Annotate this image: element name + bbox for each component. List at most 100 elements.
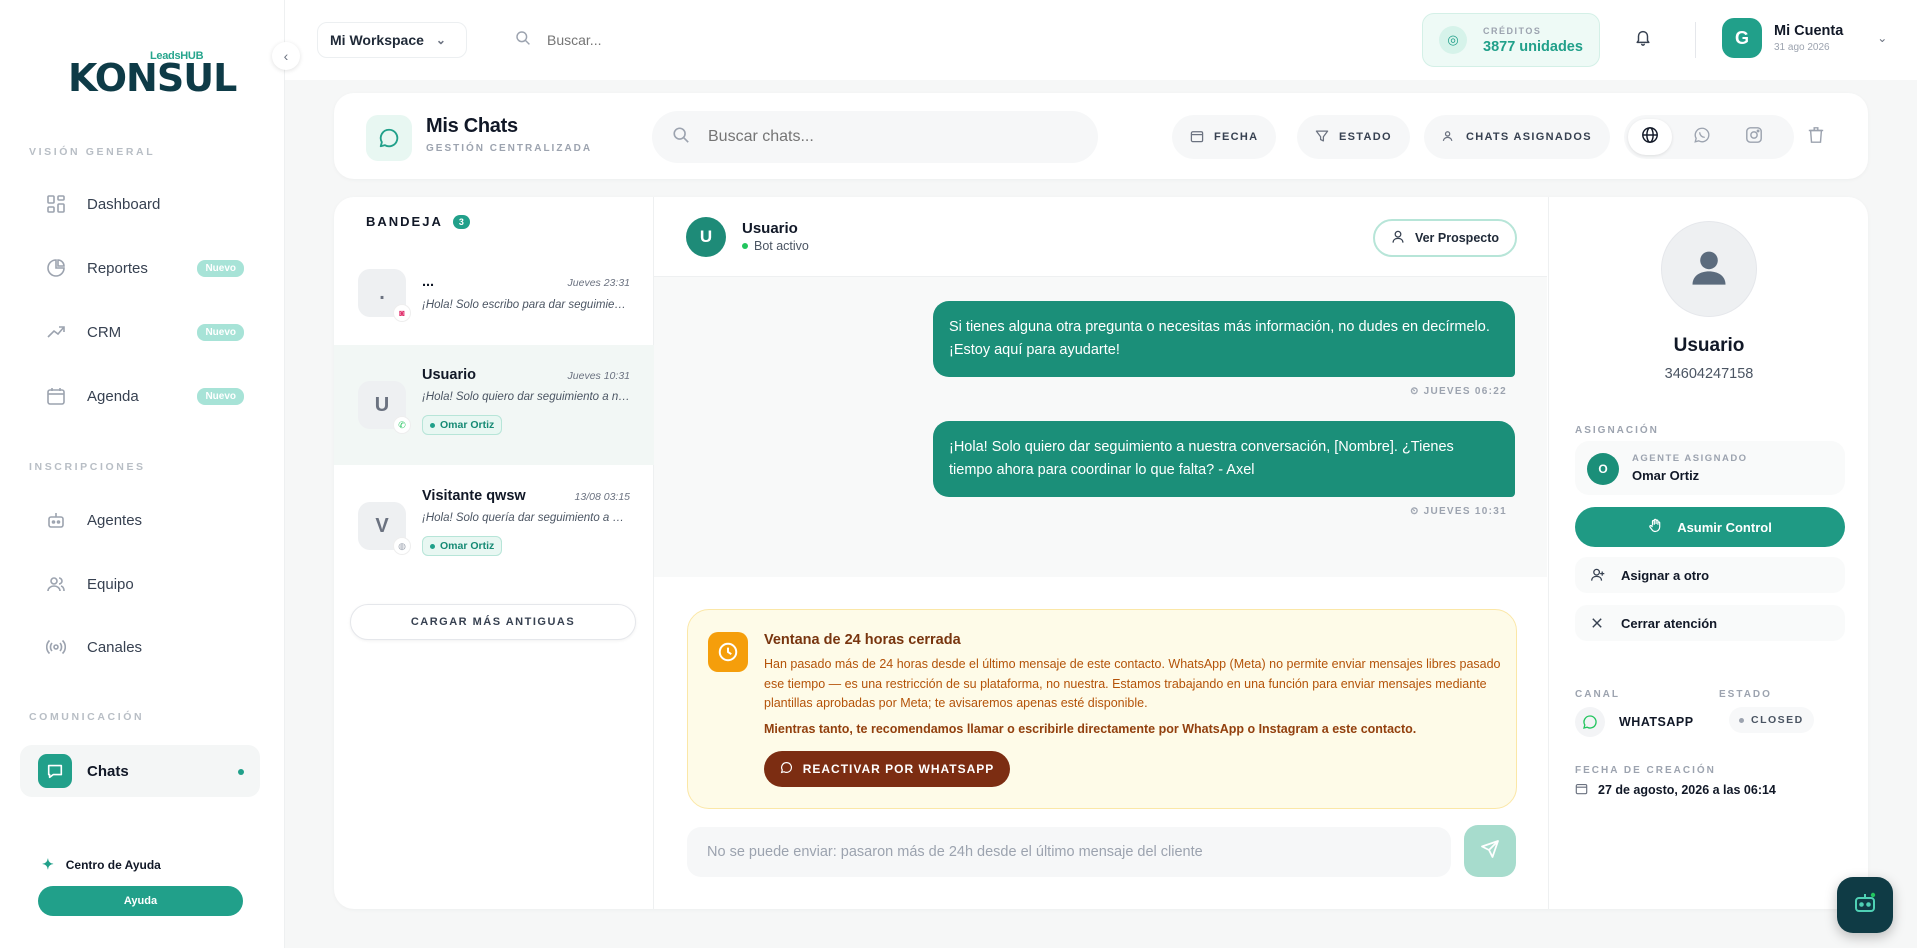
chat-list-item[interactable]: V ◍ Visitante qwsw 13/08 03:15 ¡Hola! So… [334, 466, 654, 586]
workspace-selector[interactable]: Mi Workspace ⌄ [317, 22, 467, 58]
channel-label: CANAL [1575, 689, 1620, 700]
close-attention-button[interactable]: Cerrar atención [1575, 605, 1845, 641]
reactivate-whatsapp-button[interactable]: REACTIVAR POR WHATSAPP [764, 751, 1010, 787]
global-search [505, 22, 885, 58]
chats-header: Mis Chats GESTIÓN CENTRALIZADA FECHA EST… [334, 93, 1868, 179]
section-title-subscriptions: INSCRIPCIONES [29, 461, 146, 473]
assigned-agent-card: O AGENTE ASIGNADO Omar Ortiz [1575, 441, 1845, 495]
sidebar-item-agenda[interactable]: Agenda Nuevo [20, 370, 260, 422]
message-time-text: JUEVES 10:31 [1423, 506, 1507, 517]
take-control-button[interactable]: Asumir Control [1575, 507, 1845, 547]
chat-preview: ¡Hola! Solo escribo para dar seguimiento [422, 299, 630, 311]
assignment-label: ASIGNACIÓN [1575, 425, 1659, 436]
chat-time: Jueves 10:31 [567, 370, 630, 382]
chat-name: Usuario [422, 367, 476, 383]
contact-phone: 34604247158 [1664, 366, 1754, 382]
chat-search-input[interactable] [708, 128, 1068, 146]
collapse-sidebar-button[interactable]: ‹ [272, 42, 300, 70]
avatar: U [686, 217, 726, 257]
chat-bubble-icon [366, 115, 412, 161]
contact-avatar [1661, 221, 1757, 317]
contact-name: Usuario [742, 220, 798, 237]
clock-icon: ⏲ [1410, 506, 1424, 517]
sidebar: LeadsHUB KONSUL VISIÓN GENERAL Dashboard… [0, 0, 285, 948]
view-prospect-button[interactable]: Ver Prospecto [1373, 219, 1517, 257]
search-icon [515, 30, 531, 51]
inbox-title-text: BANDEJA [366, 214, 443, 229]
sidebar-item-reportes[interactable]: Reportes Nuevo [20, 242, 260, 294]
sidebar-item-label: Reportes [87, 259, 148, 277]
calendar-icon [44, 384, 68, 408]
bot-icon [44, 508, 68, 532]
logo-main-text: KONSUL [68, 56, 237, 100]
sidebar-item-label: Dashboard [87, 195, 161, 213]
whatsapp-icon [1575, 707, 1605, 737]
view-prospect-label: Ver Prospecto [1414, 231, 1500, 245]
window-closed-alert: Ventana de 24 horas cerrada Han pasado m… [687, 609, 1517, 809]
filter-date-button[interactable]: FECHA [1172, 115, 1277, 159]
help-button[interactable]: Ayuda [38, 886, 243, 916]
sidebar-item-canales[interactable]: Canales [20, 621, 260, 673]
message-list: Si tienes alguna otra pregunta o necesit… [654, 277, 1547, 577]
sidebar-item-label: Agentes [87, 511, 143, 529]
chat-preview: ¡Hola! Solo quería dar seguimiento a nue… [422, 512, 630, 524]
chat-name: ... [422, 274, 435, 290]
alert-body: Han pasado más de 24 horas desde el últi… [764, 657, 1501, 710]
chat-list-item[interactable]: U ✆ Usuario Jueves 10:31 ¡Hola! Solo qui… [334, 345, 654, 465]
user-icon [1391, 230, 1405, 247]
search-icon [672, 126, 690, 149]
channel-filter-group [1624, 115, 1794, 159]
load-older-button[interactable]: CARGAR MÁS ANTIGUAS [350, 604, 636, 640]
sidebar-item-dashboard[interactable]: Dashboard [20, 178, 260, 230]
account-menu[interactable]: G Mi Cuenta 31 ago 2026 ⌄ [1722, 18, 1887, 58]
sidebar-item-crm[interactable]: CRM Nuevo [20, 306, 260, 358]
message-icon [38, 754, 72, 788]
page-title: Mis Chats [426, 115, 518, 137]
help-card: ✦ Centro de Ayuda Ayuda [20, 840, 260, 940]
message-input[interactable]: No se puede enviar: pasaron más de 24h d… [687, 827, 1451, 877]
new-badge: Nuevo [197, 388, 244, 405]
radio-icon [44, 635, 68, 659]
sidebar-item-equipo[interactable]: Equipo [20, 558, 260, 610]
assign-other-button[interactable]: Asignar a otro [1575, 557, 1845, 593]
bot-icon [1851, 889, 1879, 922]
contact-details-panel: Usuario 34604247158 ASIGNACIÓN O AGENTE … [1548, 197, 1868, 909]
active-indicator [238, 769, 244, 775]
whatsapp-icon: ✆ [394, 417, 410, 433]
users-icon [44, 572, 68, 596]
filter-assigned-button[interactable]: CHATS ASIGNADOS [1424, 115, 1610, 159]
assign-other-label: Asignar a otro [1621, 567, 1710, 583]
channel-instagram-button[interactable] [1732, 119, 1776, 155]
filter-assigned-label: CHATS ASIGNADOS [1466, 131, 1592, 143]
chat-time: Jueves 23:31 [567, 277, 630, 289]
sidebar-item-chats[interactable]: Chats [20, 745, 260, 797]
channel-all-button[interactable] [1628, 119, 1672, 155]
agent-name: Omar Ortiz [1632, 468, 1700, 483]
instagram-icon: ◙ [394, 305, 410, 321]
user-plus-icon [1591, 568, 1605, 582]
channel-whatsapp-button[interactable] [1680, 119, 1724, 155]
send-button[interactable] [1464, 825, 1516, 877]
trash-icon[interactable] [1807, 126, 1825, 149]
sidebar-item-agentes[interactable]: Agentes [20, 494, 260, 546]
inbox-title: BANDEJA 3 [366, 214, 470, 229]
user-silhouette-icon [1687, 245, 1731, 294]
logo[interactable]: LeadsHUB KONSUL [68, 50, 237, 100]
global-search-input[interactable] [547, 32, 847, 48]
filter-status-button[interactable]: ESTADO [1297, 115, 1410, 159]
credits-badge[interactable]: ◎ CRÉDITOS 3877 unidades [1422, 13, 1600, 67]
chat-name: Visitante qwsw [422, 488, 526, 504]
assistant-bot-button[interactable] [1837, 877, 1893, 933]
status-label: ESTADO [1719, 689, 1772, 700]
bot-status: Bot activo [742, 239, 809, 253]
agent-tag: Omar Ortiz [422, 415, 503, 435]
chevron-down-icon: ⌄ [1877, 31, 1888, 45]
topbar: Mi Workspace ⌄ ◎ CRÉDITOS 3877 unidades … [285, 0, 1917, 80]
new-badge: Nuevo [197, 260, 244, 277]
message-bubble: ¡Hola! Solo quiero dar seguimiento a nue… [933, 421, 1515, 497]
message-time: ⏲ JUEVES 06:22 [1410, 386, 1507, 397]
bell-icon[interactable] [1634, 28, 1652, 51]
inbox-panel: BANDEJA 3 . ◙ ... Jueves 23:31 ¡Hola! So… [334, 197, 654, 909]
sidebar-item-label: Canales [87, 638, 143, 656]
close-attention-label: Cerrar atención [1621, 615, 1718, 631]
